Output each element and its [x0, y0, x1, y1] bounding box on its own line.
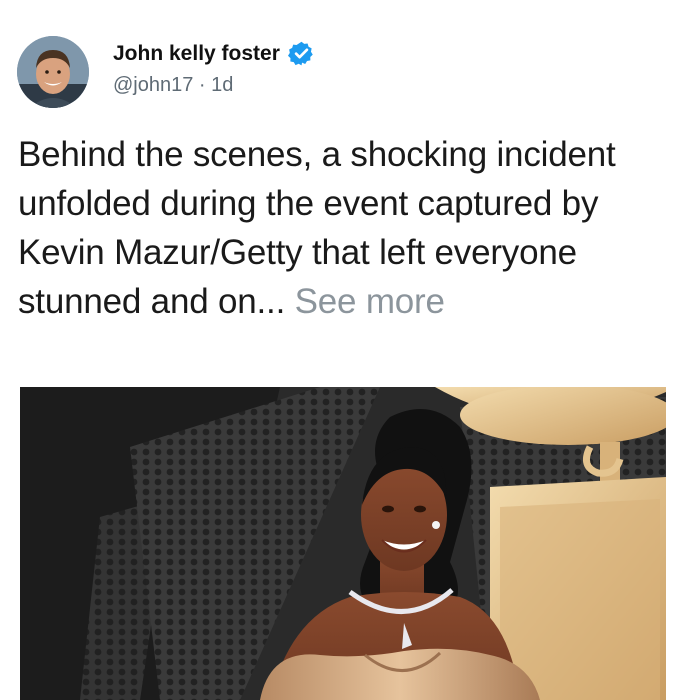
avatar-photo — [17, 36, 89, 108]
avatar[interactable] — [17, 36, 89, 108]
meta-separator: · — [193, 74, 212, 96]
post-header: John kelly foster @john17 · 1d — [17, 36, 677, 112]
post-time[interactable]: 1d — [211, 74, 233, 96]
post-photo — [20, 387, 666, 700]
see-more-link[interactable]: See more — [295, 282, 445, 321]
post-image[interactable] — [20, 387, 666, 700]
author-name[interactable]: John kelly foster — [113, 42, 280, 66]
author-meta: @john17 · 1d — [113, 74, 233, 97]
post-body: Behind the scenes, a shocking incident u… — [18, 130, 658, 326]
author-handle[interactable]: @john17 — [113, 74, 193, 96]
author-name-row[interactable]: John kelly foster — [113, 40, 315, 67]
verified-badge-icon — [287, 41, 313, 66]
